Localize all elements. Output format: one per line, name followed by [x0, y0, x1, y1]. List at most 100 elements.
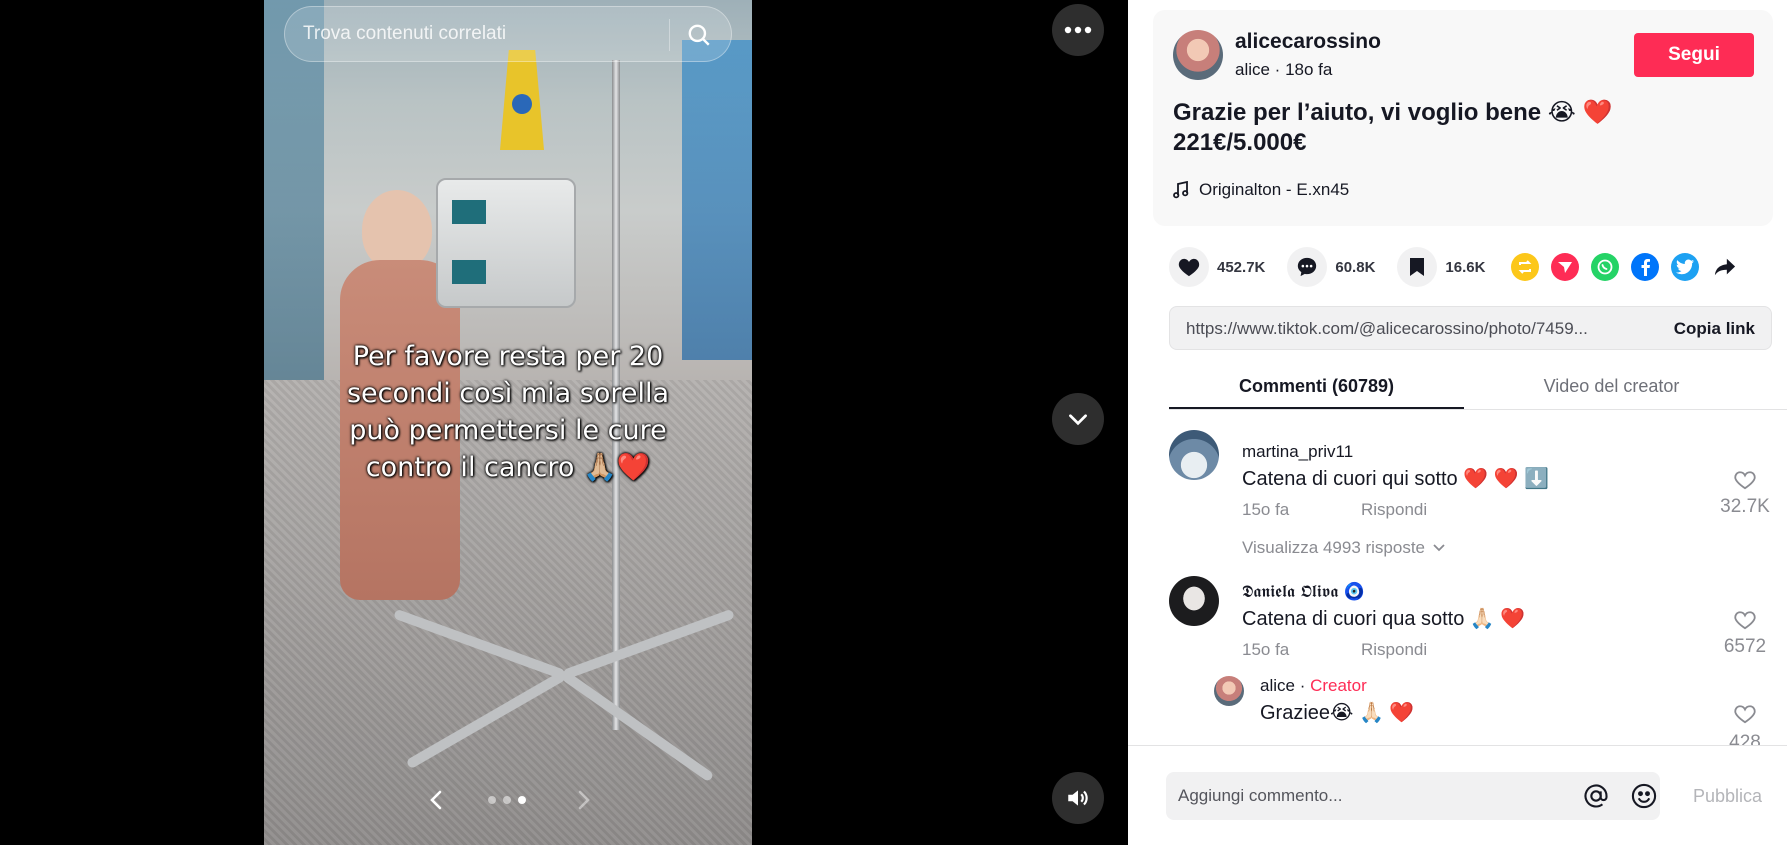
twitter-icon: [1676, 259, 1695, 275]
photo-caption: Per favore resta per 20 secondi così mia…: [264, 338, 752, 486]
more-dots-icon: [1064, 26, 1092, 34]
repost-button[interactable]: [1511, 253, 1540, 281]
view-replies-label: Visualizza 4993 risposte: [1242, 538, 1426, 557]
commenter-avatar[interactable]: [1169, 576, 1219, 626]
twitter-button[interactable]: [1671, 253, 1700, 281]
search-icon: [688, 24, 710, 46]
heart-outline-icon: [1734, 471, 1756, 490]
more-options-button[interactable]: [1052, 4, 1104, 56]
photo-infusion-pump: [436, 178, 576, 308]
tab-comments[interactable]: Commenti (60789): [1169, 376, 1464, 397]
comment-text: Catena di cuori qui sotto ❤️ ❤️ ⬇️: [1242, 468, 1550, 490]
media-stage: Per favore resta per 20 secondi così mia…: [0, 0, 1128, 845]
volume-icon: [1068, 790, 1088, 806]
commenter-avatar[interactable]: [1169, 430, 1219, 480]
facebook-icon: [1641, 259, 1651, 276]
publish-button[interactable]: Pubblica: [1693, 786, 1762, 807]
pager-dot[interactable]: [503, 796, 511, 804]
pager-dot-active[interactable]: [518, 796, 526, 804]
like-action[interactable]: 452.7K: [1169, 247, 1265, 287]
photo-wet-floor-sign: [500, 50, 544, 150]
photo-pager: [410, 780, 610, 820]
active-tab-indicator: [1169, 407, 1464, 409]
comment-composer: Pubblica: [1128, 745, 1787, 845]
heart-outline-icon: [1734, 611, 1756, 630]
comment-like-button[interactable]: [1723, 470, 1767, 495]
commenter-username[interactable]: martina_priv11: [1242, 442, 1353, 462]
heart-outline-icon: [1734, 705, 1756, 724]
pager-dot[interactable]: [488, 796, 496, 804]
post-link-url[interactable]: https://www.tiktok.com/@alicecarossino/p…: [1186, 319, 1626, 339]
heart-icon: [1178, 258, 1200, 277]
tab-bar: Commenti (60789) Video del creator: [1169, 368, 1787, 410]
chevron-left-icon: [430, 790, 442, 810]
reply-author: alice · Creator: [1260, 676, 1367, 696]
post-description: Grazie per l’aiuto, vi voglio bene 😭 ❤️ …: [1173, 98, 1753, 158]
save-count: 16.6K: [1445, 258, 1486, 276]
post-link-box: https://www.tiktok.com/@alicecarossino/p…: [1169, 306, 1772, 350]
reply-text: Graziee😭 🙏🏻 ❤️: [1260, 702, 1415, 724]
description-line: 221€/5.000€: [1173, 129, 1307, 156]
pager-dots: [488, 796, 526, 804]
photo-bg-curtain-right: [682, 40, 752, 360]
music-label: Originalton - E.xn45: [1199, 180, 1350, 199]
follow-button[interactable]: Segui: [1634, 33, 1754, 77]
comment-input[interactable]: [1178, 772, 1578, 820]
author-nickname-time: alice · 18o fa: [1235, 60, 1333, 79]
reply-like-count: 428: [1729, 732, 1761, 745]
comment-like-button[interactable]: [1723, 610, 1767, 635]
reply-username[interactable]: alice: [1260, 676, 1295, 695]
repost-icon: [1519, 260, 1532, 274]
reply-avatar[interactable]: [1214, 676, 1244, 706]
author-avatar[interactable]: [1173, 30, 1223, 80]
reply-separator: ·: [1294, 676, 1311, 695]
commenter-username[interactable]: 𝕯𝖆𝖓𝖎𝖊𝖑𝖆 𝕺𝖑𝖎𝖛𝖆 🧿: [1242, 582, 1365, 602]
comment-list: martina_priv11 Catena di cuori qui sotto…: [1128, 430, 1787, 745]
share-buttons: [1511, 253, 1739, 281]
caption-line: Per favore resta per 20: [352, 341, 664, 372]
music-note-icon: [1173, 181, 1189, 199]
reply-button[interactable]: Rispondi: [1361, 640, 1427, 660]
prev-photo-button[interactable]: [424, 786, 448, 814]
comment-input-box: [1166, 772, 1660, 820]
music-link[interactable]: Originalton - E.xn45: [1173, 180, 1349, 200]
comment-like-count: 6572: [1723, 636, 1767, 657]
creator-badge: Creator: [1310, 676, 1367, 695]
mention-button[interactable]: [1582, 782, 1610, 810]
comment-action[interactable]: 60.8K: [1287, 247, 1375, 287]
whatsapp-icon: [1598, 259, 1613, 275]
photo-pole-base: [384, 608, 744, 783]
details-panel: alicecarossino alice · 18o fa Segui Graz…: [1128, 0, 1787, 845]
related-search-bar: [284, 6, 732, 62]
view-replies-button[interactable]: Visualizza 4993 risposte: [1242, 538, 1445, 558]
comment-time: 15o fa: [1242, 640, 1290, 659]
next-post-button[interactable]: [1052, 393, 1104, 445]
chevron-right-icon: [578, 790, 590, 810]
caption-line: può permettersi le cure: [349, 415, 667, 446]
save-action[interactable]: 16.6K: [1397, 247, 1485, 287]
volume-button[interactable]: [1052, 772, 1104, 824]
at-sign-icon: [1584, 784, 1608, 808]
more-share-button[interactable]: [1711, 253, 1739, 281]
next-photo-button[interactable]: [572, 786, 596, 814]
search-divider: [669, 19, 670, 51]
emoji-button[interactable]: [1630, 782, 1658, 810]
caption-line: secondi così mia sorella: [346, 378, 670, 409]
tab-creator-videos[interactable]: Video del creator: [1464, 376, 1759, 397]
copy-link-button[interactable]: Copia link: [1674, 319, 1755, 339]
reply-button[interactable]: Rispondi: [1361, 500, 1427, 520]
description-line: Grazie per l’aiuto, vi voglio bene 😭 ❤️: [1173, 99, 1613, 126]
facebook-button[interactable]: [1631, 253, 1660, 281]
comment-time: 15o fa: [1242, 500, 1290, 519]
comment-bubble-icon: [1298, 257, 1317, 277]
reply-like-button[interactable]: [1723, 704, 1767, 729]
chevron-down-icon: [1069, 414, 1087, 426]
whatsapp-button[interactable]: [1591, 253, 1620, 281]
caption-line: contro il cancro 🙏🏼❤️: [365, 452, 651, 483]
author-username[interactable]: alicecarossino: [1235, 30, 1381, 54]
related-search-input[interactable]: [303, 7, 663, 61]
send-icon: [1558, 262, 1573, 273]
comment-count: 60.8K: [1335, 258, 1376, 276]
search-button[interactable]: [677, 13, 721, 57]
send-button[interactable]: [1551, 253, 1580, 281]
